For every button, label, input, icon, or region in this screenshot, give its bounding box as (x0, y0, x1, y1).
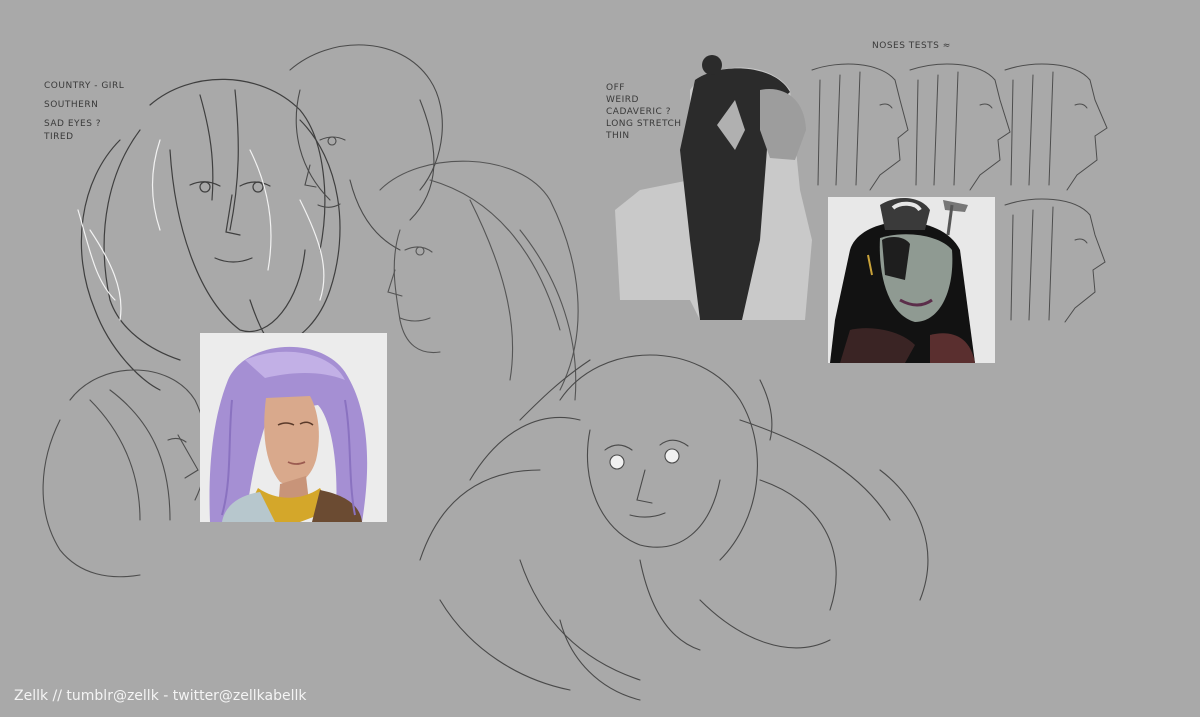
note-line: SOUTHERN (44, 100, 99, 110)
note-line: COUNTRY - GIRL (44, 81, 125, 91)
note-noses-tests: NOSES TESTS ≈ (872, 40, 951, 53)
sketch-head-threequarter (289, 44, 443, 251)
sketch-head-front-highlights (77, 139, 325, 321)
nose-test-3 (1004, 63, 1108, 191)
note-line: SAD EYES ? (44, 119, 102, 129)
sketch-head-profile-left (42, 369, 207, 578)
note-line: LONG STRETCH (606, 119, 682, 129)
sketch-head-cadaveric-large (419, 354, 929, 701)
sketch-sheet (42, 44, 1108, 701)
note-line: THIN (606, 131, 630, 141)
color-portrait-elf (828, 197, 995, 363)
note-line: WEIRD (606, 95, 639, 105)
nose-test-4 (1004, 198, 1106, 323)
nose-test-2 (909, 63, 1011, 191)
nose-doodle-icon: ≈ (942, 41, 951, 51)
nose-test-1 (811, 63, 909, 191)
color-portrait-lavender-girl (200, 333, 387, 522)
notes-elf: OFF WEIRD CADAVERIC ? LONG STRETCH THIN (606, 82, 682, 142)
note-line: OFF (606, 83, 625, 93)
note-noses-label: NOSES TESTS (872, 41, 940, 51)
notes-country-girl: COUNTRY - GIRL SOUTHERN SAD EYES ? TIRED (44, 80, 124, 144)
sketch-head-profile-right (379, 160, 579, 401)
note-line: TIRED (44, 132, 74, 142)
note-line: CADAVERIC ? (606, 107, 671, 117)
artist-credit: Zellk // tumblr@zellk - twitter@zellkabe… (14, 688, 307, 704)
